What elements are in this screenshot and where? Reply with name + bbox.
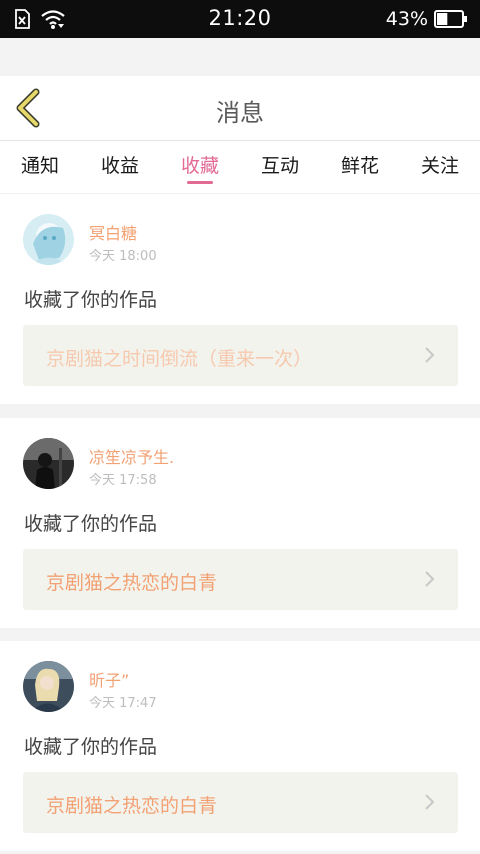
timestamp: 今天 17:58: [89, 473, 157, 488]
active-tab-indicator: [187, 181, 213, 184]
avatar[interactable]: [23, 661, 74, 712]
action-text: 收藏了你的作品: [24, 289, 158, 311]
notification-card: 凉笙凉予生. 今天 17:58 收藏了你的作品 京剧猫之热恋的白青: [0, 418, 480, 628]
action-text: 收藏了你的作品: [24, 736, 158, 758]
battery-icon: [434, 10, 468, 28]
status-right: 43%: [386, 8, 468, 30]
notification-card: 昕子” 今天 17:47 收藏了你的作品 京剧猫之热恋的白青: [0, 641, 480, 851]
timestamp: 今天 18:00: [89, 249, 157, 264]
battery-percent: 43%: [385, 8, 428, 30]
user-name[interactable]: 冥白糖: [89, 220, 137, 244]
status-bar: 21:20 43%: [0, 0, 480, 38]
tab-notice[interactable]: 通知: [0, 151, 80, 178]
tab-flowers[interactable]: 鲜花: [320, 151, 400, 178]
tab-interactions[interactable]: 互动: [240, 151, 320, 178]
chevron-right-icon: [424, 346, 436, 364]
tab-earnings[interactable]: 收益: [80, 151, 160, 178]
action-text: 收藏了你的作品: [24, 513, 158, 535]
tab-favorites[interactable]: 收藏: [160, 151, 240, 178]
top-spacer: [0, 38, 480, 76]
notification-card: 冥白糖 今天 18:00 收藏了你的作品 京剧猫之时间倒流（重来一次）: [0, 194, 480, 404]
user-name[interactable]: 凉笙凉予生.: [89, 444, 174, 468]
work-title: 京剧猫之时间倒流（重来一次）: [46, 348, 313, 370]
work-link[interactable]: 京剧猫之热恋的白青: [23, 772, 458, 833]
tab-following[interactable]: 关注: [400, 151, 480, 178]
avatar[interactable]: [23, 214, 74, 265]
work-title: 京剧猫之热恋的白青: [46, 572, 218, 594]
chevron-right-icon: [424, 570, 436, 588]
header: 消息: [0, 76, 480, 141]
battery-level-fill: [437, 13, 448, 25]
timestamp: 今天 17:47: [89, 696, 157, 711]
page-title: 消息: [216, 99, 264, 127]
work-title: 京剧猫之热恋的白青: [46, 795, 218, 817]
work-link[interactable]: 京剧猫之热恋的白青: [23, 549, 458, 610]
chevron-right-icon: [424, 793, 436, 811]
tab-bar: 通知 收益 收藏 互动 鲜花 关注: [0, 141, 480, 193]
user-name[interactable]: 昕子”: [89, 667, 129, 691]
avatar[interactable]: [23, 438, 74, 489]
work-link[interactable]: 京剧猫之时间倒流（重来一次）: [23, 325, 458, 386]
